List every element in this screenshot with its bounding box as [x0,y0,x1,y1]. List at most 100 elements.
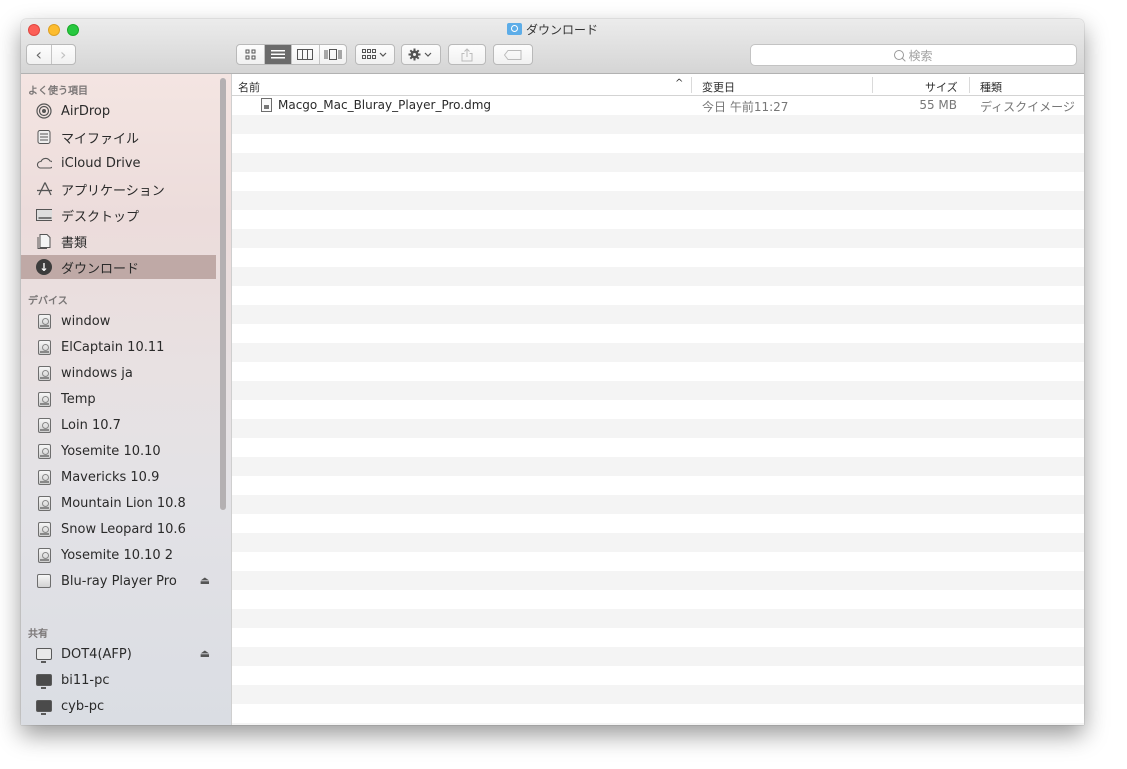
hard-disk-icon [37,339,51,355]
sidebar-shared-dot4[interactable]: DOT4(AFP) ⏏ [21,642,216,666]
sidebar-item-label: Yosemite 10.10 2 [61,547,174,563]
icon-view-icon [245,49,256,60]
list-view-button[interactable] [263,45,291,64]
sidebar-item-applications[interactable]: アプリケーション [21,177,216,201]
sidebar-shared-desktop-5psu9ia[interactable]: desktop-5psu9ia [21,720,216,726]
sidebar-item-label: desktop-5psu9ia [61,725,169,726]
hard-disk-icon [37,365,51,381]
empty-row [232,609,1084,628]
empty-row [232,381,1084,400]
sidebar-device-elcaptain[interactable]: ElCaptain 10.11 [21,335,216,359]
empty-row [232,628,1084,647]
title-bar: ダウンロード ‹ › 検索 [21,19,1084,74]
action-gear-button[interactable] [401,44,441,65]
hard-disk-icon [37,547,51,563]
disk-icon-wrap [36,365,52,381]
sidebar-item-downloads[interactable]: ↓ ダウンロード [21,255,216,279]
column-size-header[interactable]: サイズ [925,79,958,95]
hard-disk-icon [37,443,51,459]
sidebar-item-my-files[interactable]: マイファイル [21,125,216,149]
empty-row [232,571,1084,590]
documents-icon [36,233,52,249]
sidebar-shared-cyb-pc[interactable]: cyb-pc [21,694,216,718]
column-kind-header[interactable]: 種類 [980,79,1002,95]
cloud-icon [36,155,52,171]
hard-disk-icon [37,417,51,433]
empty-row [232,533,1084,552]
airdrop-icon [36,103,52,119]
sidebar-item-label: window [61,313,111,329]
gear-icon [408,48,432,61]
navigation-buttons: ‹ › [26,44,76,65]
column-divider[interactable] [691,77,692,93]
disk-icon-wrap [36,391,52,407]
column-divider[interactable] [969,77,970,93]
file-row[interactable]: Macgo_Mac_Bluray_Player_Pro.dmg 今日 午前11:… [232,96,1084,115]
empty-row [232,229,1084,248]
window-title: ダウンロード [21,21,1084,37]
sidebar-device-windows-ja[interactable]: windows ja [21,361,216,385]
empty-row [232,723,1084,725]
disk-icon-wrap [36,521,52,537]
sidebar-device-yosemite-2[interactable]: Yosemite 10.10 2 [21,543,216,567]
eject-icon[interactable]: ⏏ [200,647,210,660]
cover-flow-button[interactable] [318,45,347,64]
sidebar-item-icloud-drive[interactable]: iCloud Drive [21,151,216,175]
cover-flow-icon [324,49,342,60]
column-modified-header[interactable]: 変更日 [702,79,735,95]
empty-row [232,305,1084,324]
sidebar-section-shared: 共有 [28,629,48,640]
arrange-icon [362,49,387,59]
sidebar-item-airdrop[interactable]: AirDrop [21,99,216,123]
sidebar-device-window[interactable]: window [21,309,216,333]
sidebar-item-desktop[interactable]: デスクトップ [21,203,216,227]
search-field[interactable]: 検索 [750,44,1077,66]
sidebar-device-snow-leopard[interactable]: Snow Leopard 10.6 [21,517,216,541]
sidebar-device-loin[interactable]: Loin 10.7 [21,413,216,437]
sidebar-item-label: アプリケーション [61,183,165,199]
sidebar-item-documents[interactable]: 書類 [21,229,216,253]
all-my-files-icon [36,129,52,145]
column-view-button[interactable] [291,45,319,64]
back-button[interactable]: ‹ [27,45,51,64]
empty-row [232,267,1084,286]
disk-icon-wrap [36,417,52,433]
column-name-header[interactable]: 名前 [238,79,260,95]
empty-row [232,153,1084,172]
empty-row [232,191,1084,210]
sidebar-device-yosemite[interactable]: Yosemite 10.10 [21,439,216,463]
sidebar-device-temp[interactable]: Temp [21,387,216,411]
share-button[interactable] [448,44,486,65]
empty-row [232,248,1084,267]
disk-image-icon [37,574,51,588]
sidebar-shared-bi11-pc[interactable]: bi11-pc [21,668,216,692]
monitor-icon [36,648,52,663]
tag-icon [504,49,522,60]
icon-view-button[interactable] [237,45,264,64]
list-view-icon [270,50,285,59]
finder-window: ダウンロード ‹ › 検索 よく使う項目 AirDrop マイファイル iClo… [21,19,1084,725]
file-size: 55 MB [919,98,957,112]
empty-row [232,172,1084,191]
sidebar-item-label: 書類 [61,235,88,251]
disk-icon-wrap [36,469,52,485]
sidebar-scrollbar[interactable] [220,78,226,510]
empty-row [232,438,1084,457]
sidebar-device-bluray-player-pro[interactable]: Blu-ray Player Pro ⏏ [21,569,216,593]
pc-monitor-icon [36,700,52,715]
empty-row [232,704,1084,723]
file-name: Macgo_Mac_Bluray_Player_Pro.dmg [278,98,492,112]
empty-row [232,590,1084,609]
eject-icon[interactable]: ⏏ [200,574,210,587]
sidebar-device-mavericks[interactable]: Mavericks 10.9 [21,465,216,489]
sidebar-device-mountain-lion[interactable]: Mountain Lion 10.8 [21,491,216,515]
forward-button[interactable]: › [50,45,76,64]
tag-button[interactable] [493,44,533,65]
column-divider[interactable] [872,77,873,93]
arrange-button[interactable] [355,44,395,65]
sidebar-item-label: cyb-pc [61,698,105,714]
empty-row [232,134,1084,153]
empty-row [232,514,1084,533]
monitor-icon-wrap [36,724,52,725]
hard-disk-icon [37,495,51,511]
